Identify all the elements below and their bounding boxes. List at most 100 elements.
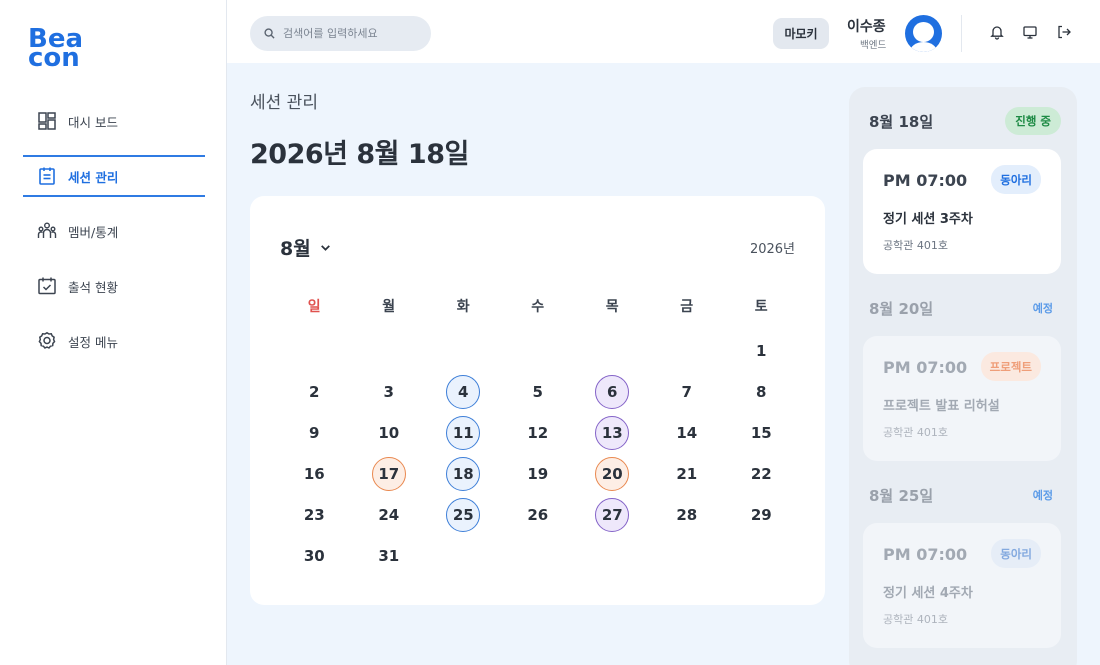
- calendar-day[interactable]: 26: [501, 494, 576, 535]
- mamoki-button[interactable]: 마모키: [773, 18, 829, 49]
- weekday-label: 화: [456, 299, 470, 315]
- calendar-note-icon: [39, 167, 55, 185]
- calendar-day[interactable]: 13: [575, 412, 650, 453]
- day-number: 29: [750, 505, 772, 524]
- day-number: 4: [446, 374, 481, 409]
- session-card[interactable]: PM 07:00 동아리 정기 세션 3주차 공학관 401호: [863, 149, 1061, 274]
- page-title: 2026년 8월 18일: [250, 139, 469, 170]
- logo-line-2: con: [28, 43, 80, 73]
- calendar-day[interactable]: 11: [426, 412, 501, 453]
- monitor-icon[interactable]: [1022, 24, 1038, 40]
- beacon-logo[interactable]: Bea con: [28, 26, 83, 73]
- calendar-day[interactable]: 10: [352, 412, 427, 453]
- session-card[interactable]: PM 07:00 동아리 정기 세션 4주차 공학관 401호: [863, 523, 1061, 648]
- day-number: 27: [595, 497, 630, 532]
- sidebar: Bea con 대시 보드 세션 관리 멤버/통계 출석 현황 설정 메뉴: [0, 0, 227, 665]
- category-badge: 동아리: [991, 165, 1041, 194]
- calendar-day[interactable]: 23: [277, 494, 352, 535]
- calendar-day[interactable]: 31: [352, 535, 427, 576]
- day-number: 15: [750, 423, 772, 442]
- calendar-day[interactable]: 22: [724, 453, 799, 494]
- status-badge: 예정: [1032, 489, 1053, 502]
- calendar-day[interactable]: 14: [650, 412, 725, 453]
- month-label: 8월: [280, 238, 311, 260]
- sidebar-item-attendance[interactable]: 출석 현황: [23, 265, 205, 307]
- calendar-day[interactable]: 15: [724, 412, 799, 453]
- calendar-day[interactable]: 9: [277, 412, 352, 453]
- sidebar-item-settings[interactable]: 설정 메뉴: [23, 320, 205, 362]
- day-number: 22: [750, 464, 772, 483]
- calendar-day[interactable]: 2: [277, 371, 352, 412]
- day-number: [372, 334, 406, 368]
- calendar-day[interactable]: 3: [352, 371, 427, 412]
- day-number: [446, 334, 480, 368]
- calendar-day[interactable]: 5: [501, 371, 576, 412]
- calendar-day[interactable]: 19: [501, 453, 576, 494]
- bell-icon[interactable]: [989, 24, 1005, 40]
- status-badge: 진행 중: [1005, 107, 1061, 135]
- sidebar-item-dashboard[interactable]: 대시 보드: [23, 100, 205, 142]
- session-title: 정기 세션 4주차: [883, 586, 973, 601]
- calendar-day[interactable]: 17: [352, 453, 427, 494]
- day-number: 31: [378, 546, 400, 565]
- day-number: 9: [309, 423, 320, 442]
- session-title: 프로젝트 발표 리허설: [883, 399, 1000, 414]
- calendar-week: 30 31: [277, 535, 799, 576]
- day-number: 1: [756, 341, 767, 360]
- weekday-label: 수: [531, 299, 545, 315]
- calendar-day[interactable]: 20: [575, 453, 650, 494]
- calendar-day[interactable]: 27: [575, 494, 650, 535]
- session-time: PM 07:00: [883, 545, 968, 564]
- session-place: 공학관 401호: [883, 239, 948, 252]
- day-number: 10: [378, 423, 400, 442]
- members-icon: [37, 222, 57, 238]
- calendar-day[interactable]: 25: [426, 494, 501, 535]
- month-selector[interactable]: 8월: [280, 234, 332, 261]
- chevron-down-icon: [320, 245, 330, 251]
- sidebar-item-label: 대시 보드: [68, 114, 118, 130]
- day-number: 3: [383, 382, 394, 401]
- day-number: 16: [303, 464, 325, 483]
- calendar-day[interactable]: 24: [352, 494, 427, 535]
- breadcrumb: 세션 관리: [250, 93, 318, 113]
- day-number: 17: [371, 456, 406, 491]
- day-number: [595, 334, 629, 368]
- category-badge: 동아리: [991, 539, 1041, 568]
- day-number: [446, 539, 480, 573]
- logout-icon[interactable]: [1056, 24, 1072, 40]
- search-input[interactable]: [283, 27, 423, 40]
- calendar-day[interactable]: 28: [650, 494, 725, 535]
- calendar-day[interactable]: 6: [575, 371, 650, 412]
- day-number: 26: [527, 505, 549, 524]
- day-number: 13: [595, 415, 630, 450]
- search-bar[interactable]: [250, 16, 431, 51]
- calendar-day[interactable]: 8: [724, 371, 799, 412]
- calendar-day[interactable]: 7: [650, 371, 725, 412]
- calendar-day[interactable]: 1: [724, 330, 799, 371]
- calendar-day[interactable]: 16: [277, 453, 352, 494]
- calendar-day[interactable]: 21: [650, 453, 725, 494]
- sidebar-nav: 대시 보드 세션 관리 멤버/통계 출석 현황 설정 메뉴: [23, 100, 205, 375]
- day-number: 18: [446, 456, 481, 491]
- day-number: 12: [527, 423, 549, 442]
- sidebar-item-members[interactable]: 멤버/통계: [23, 210, 205, 252]
- avatar[interactable]: [905, 15, 942, 52]
- calendar-week: 2 3 4 5 6 7 8: [277, 371, 799, 412]
- calendar-day[interactable]: 18: [426, 453, 501, 494]
- day-number: 23: [303, 505, 325, 524]
- session-card[interactable]: PM 07:00 프로젝트 프로젝트 발표 리허설 공학관 401호: [863, 336, 1061, 461]
- calendar-day[interactable]: 12: [501, 412, 576, 453]
- day-number: 14: [676, 423, 698, 442]
- schedule-date: 8월 18일: [869, 113, 934, 131]
- sidebar-item-sessions[interactable]: 세션 관리: [23, 155, 205, 197]
- calendar-day[interactable]: 30: [277, 535, 352, 576]
- calendar-day[interactable]: 29: [724, 494, 799, 535]
- calendar-day[interactable]: 4: [426, 371, 501, 412]
- category-badge: 프로젝트: [980, 352, 1041, 381]
- sidebar-item-label: 출석 현황: [68, 279, 118, 295]
- top-header: 마모키 이수종 백엔드: [227, 0, 1100, 63]
- calendar-week: 1: [277, 330, 799, 371]
- calendar-empty-cell: [501, 535, 576, 576]
- weekday-header: 일월화수목금토: [277, 296, 799, 316]
- session-time: PM 07:00: [883, 358, 968, 377]
